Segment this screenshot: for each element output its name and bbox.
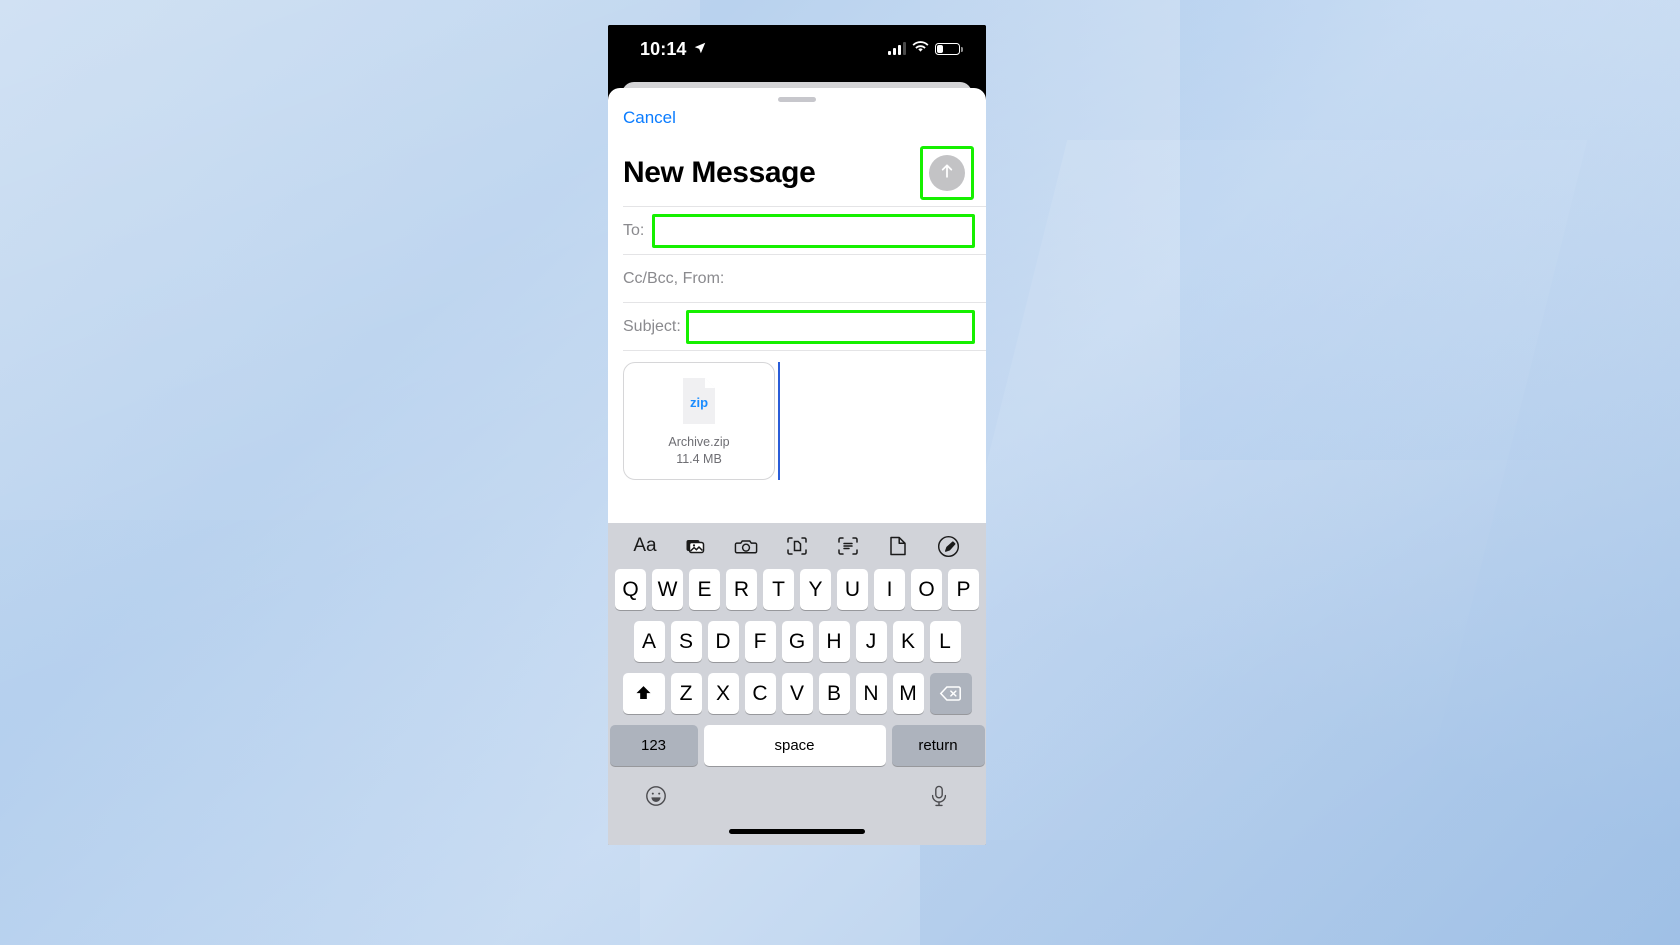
recipient-fields: To: Cc/Bcc, From: Subject: zip Archive.z…	[608, 206, 986, 480]
key-i[interactable]: I	[874, 569, 905, 610]
photo-library-icon[interactable]	[681, 531, 711, 561]
key-g[interactable]: G	[781, 621, 813, 662]
key-m[interactable]: M	[892, 673, 924, 714]
zip-file-icon: zip	[679, 376, 719, 426]
return-key[interactable]: return	[891, 725, 985, 766]
subject-field-row: Subject:	[608, 303, 986, 350]
compose-sheet: Cancel New Message To: Cc/Bcc, From: Sub…	[608, 88, 986, 845]
status-time-group: 10:14	[640, 39, 707, 60]
key-t[interactable]: T	[763, 569, 794, 610]
to-field-row: To:	[608, 207, 986, 254]
to-label: To:	[623, 221, 645, 239]
ccbcc-from-label: Cc/Bcc, From:	[623, 269, 725, 287]
keyboard-row-3: Z X C V B N M	[608, 673, 986, 714]
send-button-highlight	[920, 146, 974, 200]
numbers-key[interactable]: 123	[609, 725, 698, 766]
home-indicator	[729, 829, 865, 834]
keyboard-toolbar: Aa	[608, 523, 986, 569]
key-x[interactable]: X	[707, 673, 739, 714]
status-indicators	[888, 40, 963, 58]
key-w[interactable]: W	[652, 569, 683, 610]
cellular-signal-icon	[888, 42, 906, 55]
sheet-grabber[interactable]	[778, 97, 816, 102]
key-e[interactable]: E	[689, 569, 720, 610]
key-l[interactable]: L	[929, 621, 961, 662]
wallpaper-facet	[892, 140, 1588, 840]
keyboard-row-4: 123 space return	[608, 725, 986, 766]
wallpaper-facet	[920, 0, 1680, 945]
space-key[interactable]: space	[703, 725, 886, 766]
shift-key-icon[interactable]	[622, 673, 665, 714]
on-screen-keyboard: Aa Q W E R T Y U I O P A S D F G H J K L…	[608, 523, 986, 845]
attachment-filename: Archive.zip	[668, 435, 730, 449]
key-r[interactable]: R	[726, 569, 757, 610]
key-j[interactable]: J	[855, 621, 887, 662]
text-format-icon[interactable]: Aa	[630, 531, 660, 561]
subject-label: Subject:	[623, 317, 681, 335]
scan-document-icon[interactable]	[782, 531, 812, 561]
message-body[interactable]: zip Archive.zip 11.4 MB	[608, 351, 986, 480]
attachment-card[interactable]: zip Archive.zip 11.4 MB	[623, 362, 775, 480]
battery-icon	[935, 43, 963, 55]
keyboard-bottom-bar	[608, 777, 986, 815]
page-title: New Message	[623, 156, 816, 189]
attach-file-icon[interactable]	[883, 531, 913, 561]
scan-text-icon[interactable]	[833, 531, 863, 561]
wallpaper-facet	[1180, 0, 1680, 460]
wallpaper-facet	[0, 0, 700, 945]
key-c[interactable]: C	[744, 673, 776, 714]
key-d[interactable]: D	[707, 621, 739, 662]
microphone-icon[interactable]	[928, 784, 950, 813]
key-b[interactable]: B	[818, 673, 850, 714]
key-f[interactable]: F	[744, 621, 776, 662]
key-n[interactable]: N	[855, 673, 887, 714]
ccbcc-from-field-row[interactable]: Cc/Bcc, From:	[608, 255, 986, 302]
attachment-filesize: 11.4 MB	[676, 452, 722, 466]
key-q[interactable]: Q	[615, 569, 646, 610]
send-arrow-up-icon	[937, 161, 957, 186]
key-k[interactable]: K	[892, 621, 924, 662]
text-cursor	[778, 362, 780, 480]
wifi-icon	[912, 40, 929, 58]
key-u[interactable]: U	[837, 569, 868, 610]
key-o[interactable]: O	[911, 569, 942, 610]
sheet-header: New Message	[608, 143, 986, 203]
key-s[interactable]: S	[670, 621, 702, 662]
key-a[interactable]: A	[633, 621, 665, 662]
markup-pen-icon[interactable]	[934, 531, 964, 561]
status-time: 10:14	[640, 38, 687, 59]
key-v[interactable]: V	[781, 673, 813, 714]
keyboard-row-1: Q W E R T Y U I O P	[608, 569, 986, 610]
key-z[interactable]: Z	[670, 673, 702, 714]
cancel-button[interactable]: Cancel	[623, 108, 676, 128]
send-button[interactable]	[929, 155, 965, 191]
keyboard-row-2: A S D F G H J K L	[608, 621, 986, 662]
zip-extension-label: zip	[689, 395, 709, 410]
status-bar: 10:14	[608, 25, 986, 73]
camera-icon[interactable]	[731, 531, 761, 561]
to-input[interactable]	[652, 213, 975, 248]
key-p[interactable]: P	[948, 569, 979, 610]
emoji-keyboard-icon[interactable]	[644, 784, 668, 813]
key-h[interactable]: H	[818, 621, 850, 662]
phone-screen: 10:14 Cancel New Message To: Cc/Bcc, Fro…	[608, 25, 986, 845]
location-arrow-icon	[693, 39, 707, 60]
backspace-key-icon[interactable]	[929, 673, 972, 714]
key-y[interactable]: Y	[800, 569, 831, 610]
wallpaper-facet	[0, 520, 640, 945]
subject-input[interactable]	[686, 309, 975, 344]
